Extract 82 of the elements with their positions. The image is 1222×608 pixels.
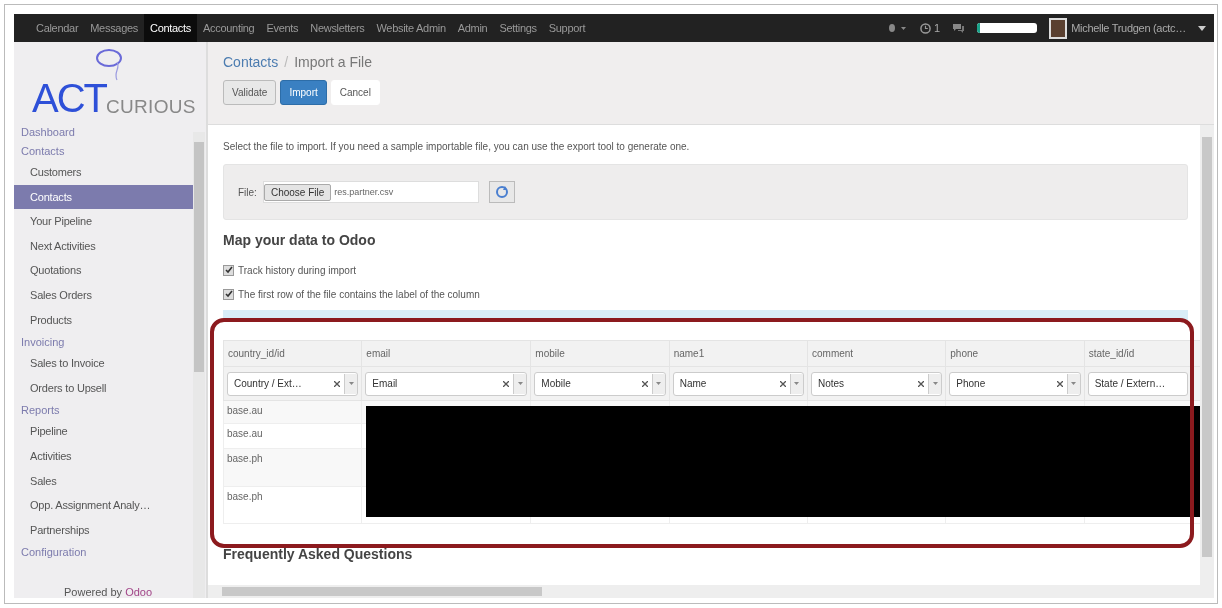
- page-title: Import a File: [294, 54, 372, 70]
- sidebar-item[interactable]: Sales: [14, 468, 193, 494]
- checkbox[interactable]: [223, 264, 234, 276]
- clear-icon[interactable]: [641, 380, 648, 387]
- table-cell: base.au: [223, 423, 362, 449]
- column-header: comment: [807, 340, 946, 367]
- field-select[interactable]: State / Extern…: [1087, 371, 1188, 396]
- field-select[interactable]: Phone: [949, 371, 1081, 396]
- column-header: email: [361, 340, 531, 367]
- clear-icon[interactable]: [780, 380, 786, 387]
- top-menu-item[interactable]: Newsletters: [304, 14, 371, 42]
- field-select[interactable]: Notes: [811, 371, 943, 396]
- table-cell: base.au: [223, 400, 362, 424]
- chat-icon[interactable]: [952, 22, 966, 34]
- activity-count: 1: [934, 22, 941, 34]
- column-header: name1: [669, 340, 808, 367]
- odoo-link[interactable]: Odoo: [125, 586, 153, 598]
- field-select[interactable]: Name: [672, 371, 804, 396]
- clear-icon[interactable]: [1056, 380, 1063, 387]
- sidebar-item[interactable]: Contacts: [14, 184, 193, 210]
- field-select[interactable]: Country / Ext…: [227, 371, 359, 396]
- column-header: mobile: [530, 340, 670, 367]
- top-menu-item[interactable]: Accounting: [197, 14, 261, 42]
- horizontal-scrollbar[interactable]: [208, 585, 1214, 598]
- top-menu-item[interactable]: Events: [260, 14, 305, 42]
- field-select[interactable]: Email: [365, 371, 528, 396]
- clear-icon[interactable]: [334, 380, 341, 387]
- top-menu-item[interactable]: Settings: [493, 14, 543, 42]
- field-select[interactable]: Mobile: [534, 371, 666, 396]
- checkbox-label: The first row of the file contains the label of the column: [238, 288, 480, 300]
- top-menu-item[interactable]: Contacts: [144, 14, 197, 42]
- file-input[interactable]: Choose File res.partner.csv: [262, 181, 479, 203]
- validate-button[interactable]: Validate: [223, 80, 277, 105]
- intro-text: Select the file to import. If you need a sample importable file, you can use the export tool to generate one.: [223, 141, 691, 152]
- reload-button[interactable]: [488, 181, 515, 203]
- top-menu-item[interactable]: Admin: [451, 14, 494, 42]
- reload-icon: [494, 185, 509, 199]
- clock-icon[interactable]: [920, 22, 932, 34]
- table-cell: base.ph: [223, 448, 362, 487]
- user-name[interactable]: Michelle Trudgen (actc…: [1071, 22, 1186, 34]
- import-button[interactable]: Import: [280, 80, 327, 105]
- breadcrumb-link[interactable]: Contacts: [223, 54, 279, 70]
- column-header: phone: [945, 340, 1085, 367]
- sidebar-item[interactable]: Products: [14, 307, 193, 333]
- sidebar-item[interactable]: Opp. Assignment Analy…: [14, 493, 193, 518]
- sidebar-item[interactable]: Sales Orders: [14, 282, 193, 308]
- sidebar-section-title[interactable]: Configuration: [14, 543, 193, 562]
- sidebar-item[interactable]: Quotations: [14, 258, 193, 283]
- powered-by-text: Powered by: [64, 586, 123, 598]
- column-header: country_id/id: [223, 340, 362, 367]
- sidebar-item[interactable]: Customers: [14, 160, 193, 185]
- sidebar-item[interactable]: Your Pipeline: [14, 209, 193, 234]
- file-label: File:: [238, 186, 257, 198]
- column-header: state_id/id: [1084, 340, 1200, 367]
- sidebar-section-title[interactable]: Contacts: [14, 142, 193, 160]
- checkbox[interactable]: [223, 288, 234, 300]
- top-menu-item[interactable]: Website Admin: [370, 14, 452, 42]
- sidebar-section-title[interactable]: Reports: [14, 401, 193, 420]
- avatar-placeholder: [1049, 17, 1068, 39]
- clear-icon[interactable]: [918, 380, 925, 387]
- section-heading: Map your data to Odoo: [223, 232, 377, 248]
- top-menu-item[interactable]: Calendar: [30, 14, 85, 42]
- sidebar-item[interactable]: Partnerships: [14, 517, 193, 543]
- checkbox-label: Track history during import: [238, 264, 356, 276]
- clear-icon[interactable]: [503, 380, 510, 387]
- top-menu-item[interactable]: Messages: [84, 14, 144, 42]
- company-logo: ACTCURIOUS: [14, 42, 194, 122]
- sidebar-section-title[interactable]: Dashboard: [14, 123, 193, 141]
- section-heading: Frequently Asked Questions: [223, 546, 414, 562]
- breadcrumb-separator: /: [284, 54, 289, 70]
- sidebar-item[interactable]: Activities: [14, 443, 193, 469]
- sidebar-scrollbar[interactable]: [193, 132, 205, 598]
- caret-icon[interactable]: [1198, 25, 1206, 31]
- sidebar-section-title[interactable]: Invoicing: [14, 333, 193, 352]
- cancel-button[interactable]: Cancel: [330, 80, 380, 105]
- sidebar-item[interactable]: Next Activities: [14, 233, 193, 259]
- sidebar-item[interactable]: Pipeline: [14, 419, 193, 444]
- content-scrollbar[interactable]: [1200, 125, 1214, 585]
- top-menu-item[interactable]: Support: [542, 14, 592, 42]
- sidebar-item[interactable]: Sales to Invoice: [14, 351, 193, 376]
- table-cell: base.ph: [223, 486, 362, 524]
- sidebar-item[interactable]: Orders to Upsell: [14, 375, 193, 401]
